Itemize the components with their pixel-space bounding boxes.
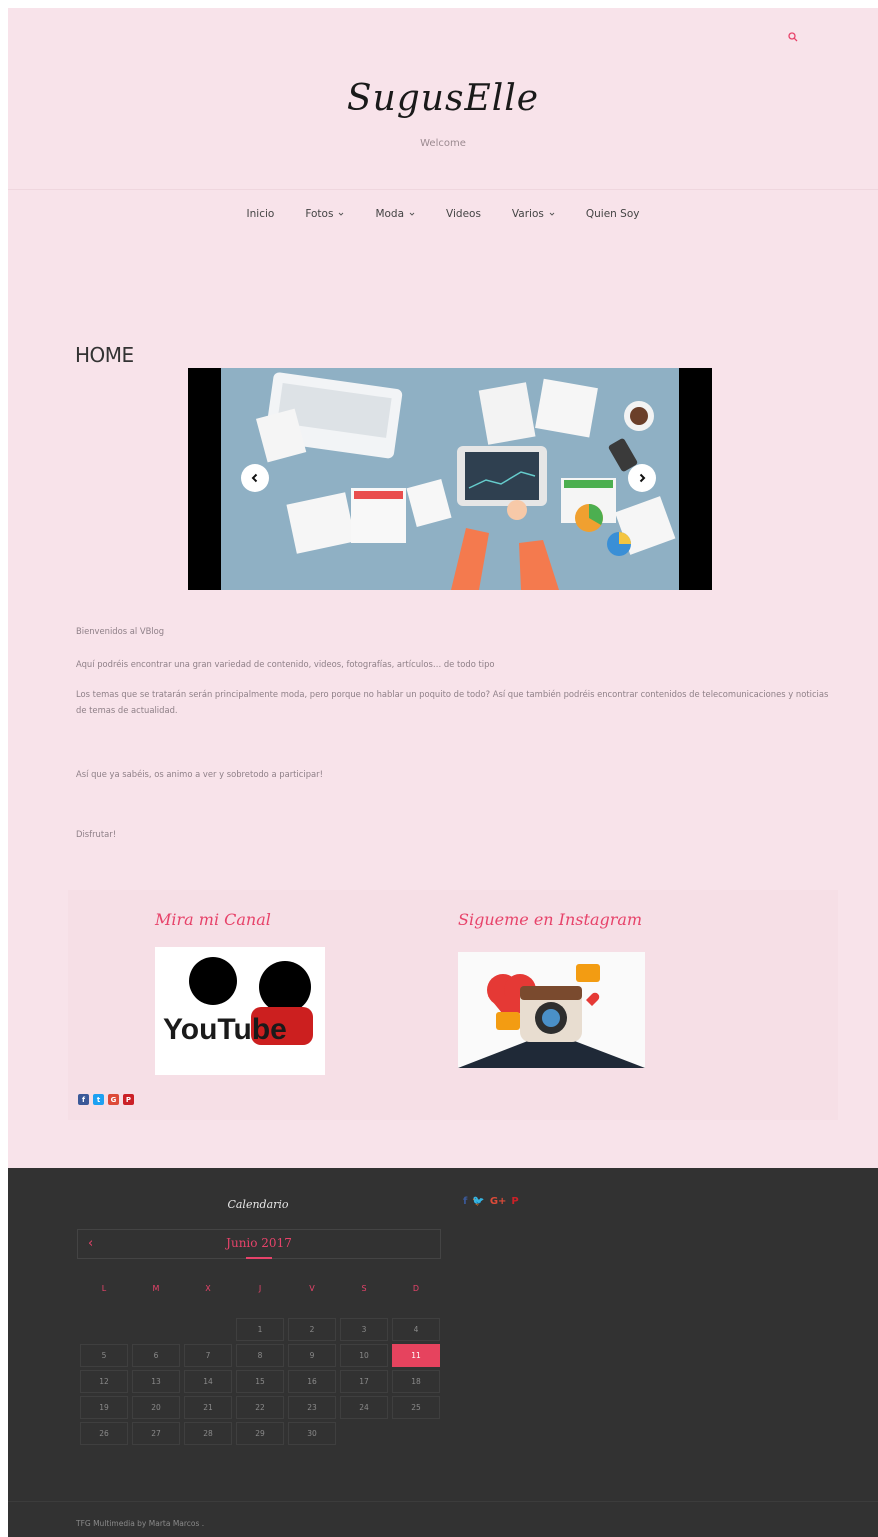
calendar-month: Junio 2017	[226, 1236, 292, 1250]
calendar-day[interactable]: 7	[184, 1344, 232, 1367]
calendar-day[interactable]: 22	[236, 1396, 284, 1419]
chevron-right-icon	[639, 473, 646, 483]
chevron-left-icon	[251, 473, 258, 483]
nav-item-fotos[interactable]: Fotos	[305, 208, 344, 220]
calendar-day[interactable]: 18	[392, 1370, 440, 1393]
pinterest-icon[interactable]: P	[511, 1196, 518, 1207]
calendar-day[interactable]: 27	[132, 1422, 180, 1445]
calendar-day[interactable]: 10	[340, 1344, 388, 1367]
calendar-day-today[interactable]: 11	[392, 1344, 440, 1367]
instagram-camera-icon	[458, 952, 645, 1068]
calendar-day[interactable]: 26	[80, 1422, 128, 1445]
calendar-day[interactable]: 28	[184, 1422, 232, 1445]
pinterest-icon[interactable]: P	[123, 1094, 134, 1105]
calendar-day[interactable]: 20	[132, 1396, 180, 1419]
chevron-down-icon	[339, 212, 344, 216]
chevron-down-icon	[409, 212, 415, 216]
instagram-image[interactable]	[458, 952, 645, 1068]
weekday-label: M	[152, 1284, 160, 1293]
calendar-day[interactable]: 15	[236, 1370, 284, 1393]
calendar-day[interactable]: 29	[236, 1422, 284, 1445]
paragraph: Bienvenidos al VBlog	[76, 626, 165, 636]
google-plus-icon[interactable]: G+	[490, 1196, 507, 1207]
calendar-day[interactable]: 13	[132, 1370, 180, 1393]
calendar-day[interactable]: 5	[80, 1344, 128, 1367]
calendar-day[interactable]: 3	[340, 1318, 388, 1341]
calendar-day[interactable]: 4	[392, 1318, 440, 1341]
calendar-day[interactable]: 1	[236, 1318, 284, 1341]
youtube-channel-image[interactable]: YouTube	[155, 947, 325, 1075]
share-buttons: f t G P	[78, 1094, 134, 1105]
weekday-label: L	[101, 1284, 107, 1293]
site-logo[interactable]: SugusElle	[8, 78, 878, 119]
calendar-title: Calendario	[227, 1198, 289, 1211]
page: SugusElle Welcome Inicio Fotos Moda Vide…	[8, 8, 878, 1537]
nav-item-quien-soy[interactable]: Quien Soy	[586, 208, 640, 220]
calendar-day[interactable]: 6	[132, 1344, 180, 1367]
calendar-day[interactable]: 17	[340, 1370, 388, 1393]
paragraph: Disfrutar!	[76, 829, 117, 839]
footer-divider	[8, 1501, 878, 1502]
nav-item-inicio[interactable]: Inicio	[247, 208, 275, 220]
slide-image	[221, 368, 679, 590]
nav-item-videos[interactable]: Videos	[446, 208, 481, 220]
weekday-label: S	[361, 1284, 367, 1293]
calendar-day[interactable]: 25	[392, 1396, 440, 1419]
twitter-icon[interactable]: 🐦	[472, 1196, 484, 1207]
chevron-down-icon	[549, 212, 555, 216]
slider-next-button[interactable]	[628, 464, 656, 492]
weekday-label: V	[309, 1284, 315, 1293]
instagram-widget-title: Sigueme en Instagram	[458, 910, 643, 929]
calendar-day[interactable]: 12	[80, 1370, 128, 1393]
footer-social: f 🐦 G+ P	[463, 1196, 519, 1207]
slider-prev-button[interactable]	[241, 464, 269, 492]
calendar-day[interactable]: 24	[340, 1396, 388, 1419]
calendar-day[interactable]: 23	[288, 1396, 336, 1419]
main-nav: Inicio Fotos Moda Videos Varios Quien So…	[8, 208, 878, 220]
calendar-day[interactable]: 8	[236, 1344, 284, 1367]
nav-item-moda[interactable]: Moda	[375, 208, 415, 220]
youtube-widget-title: Mira mi Canal	[155, 910, 271, 929]
header-divider	[8, 189, 878, 190]
paragraph: Así que ya sabéis, os animo a ver y sobr…	[76, 769, 323, 779]
footer-credits: TFG Multimedia by Marta Marcos .	[76, 1519, 205, 1528]
calendar-day[interactable]: 9	[288, 1344, 336, 1367]
twitter-icon[interactable]: t	[93, 1094, 104, 1105]
site-header: SugusElle Welcome Inicio Fotos Moda Vide…	[8, 8, 878, 263]
calendar-day[interactable]: 2	[288, 1318, 336, 1341]
page-title: HOME	[75, 343, 134, 368]
nav-item-varios[interactable]: Varios	[512, 208, 555, 220]
weekday-label: X	[205, 1284, 211, 1293]
calendar-day[interactable]: 19	[80, 1396, 128, 1419]
youtube-logo-text: YouTube	[163, 1013, 287, 1046]
calendar-day[interactable]: 30	[288, 1422, 336, 1445]
calendar-day[interactable]: 14	[184, 1370, 232, 1393]
paragraph: Los temas que se tratarán serán principa…	[76, 689, 829, 715]
facebook-icon[interactable]: f	[463, 1196, 467, 1207]
facebook-icon[interactable]: f	[78, 1094, 89, 1105]
month-underline	[246, 1257, 272, 1259]
calendar-header: ‹ Junio 2017	[77, 1229, 441, 1259]
weekday-label: D	[412, 1284, 420, 1293]
calendar-day[interactable]: 16	[288, 1370, 336, 1393]
paragraph: Aquí podréis encontrar una gran variedad…	[76, 659, 495, 669]
google-plus-icon[interactable]: G	[108, 1094, 119, 1105]
calendar-day[interactable]: 21	[184, 1396, 232, 1419]
search-icon[interactable]	[788, 32, 798, 42]
widget-area: Mira mi Canal YouTube Sigueme en Instagr…	[68, 890, 838, 1120]
youtube-logo-icon: YouTube	[155, 947, 325, 1075]
site-footer: Calendario ‹ Junio 2017 LMXJVSD123456789…	[8, 1168, 878, 1537]
site-tagline: Welcome	[420, 138, 466, 149]
image-slider	[188, 368, 712, 590]
weekday-label: J	[258, 1284, 262, 1293]
